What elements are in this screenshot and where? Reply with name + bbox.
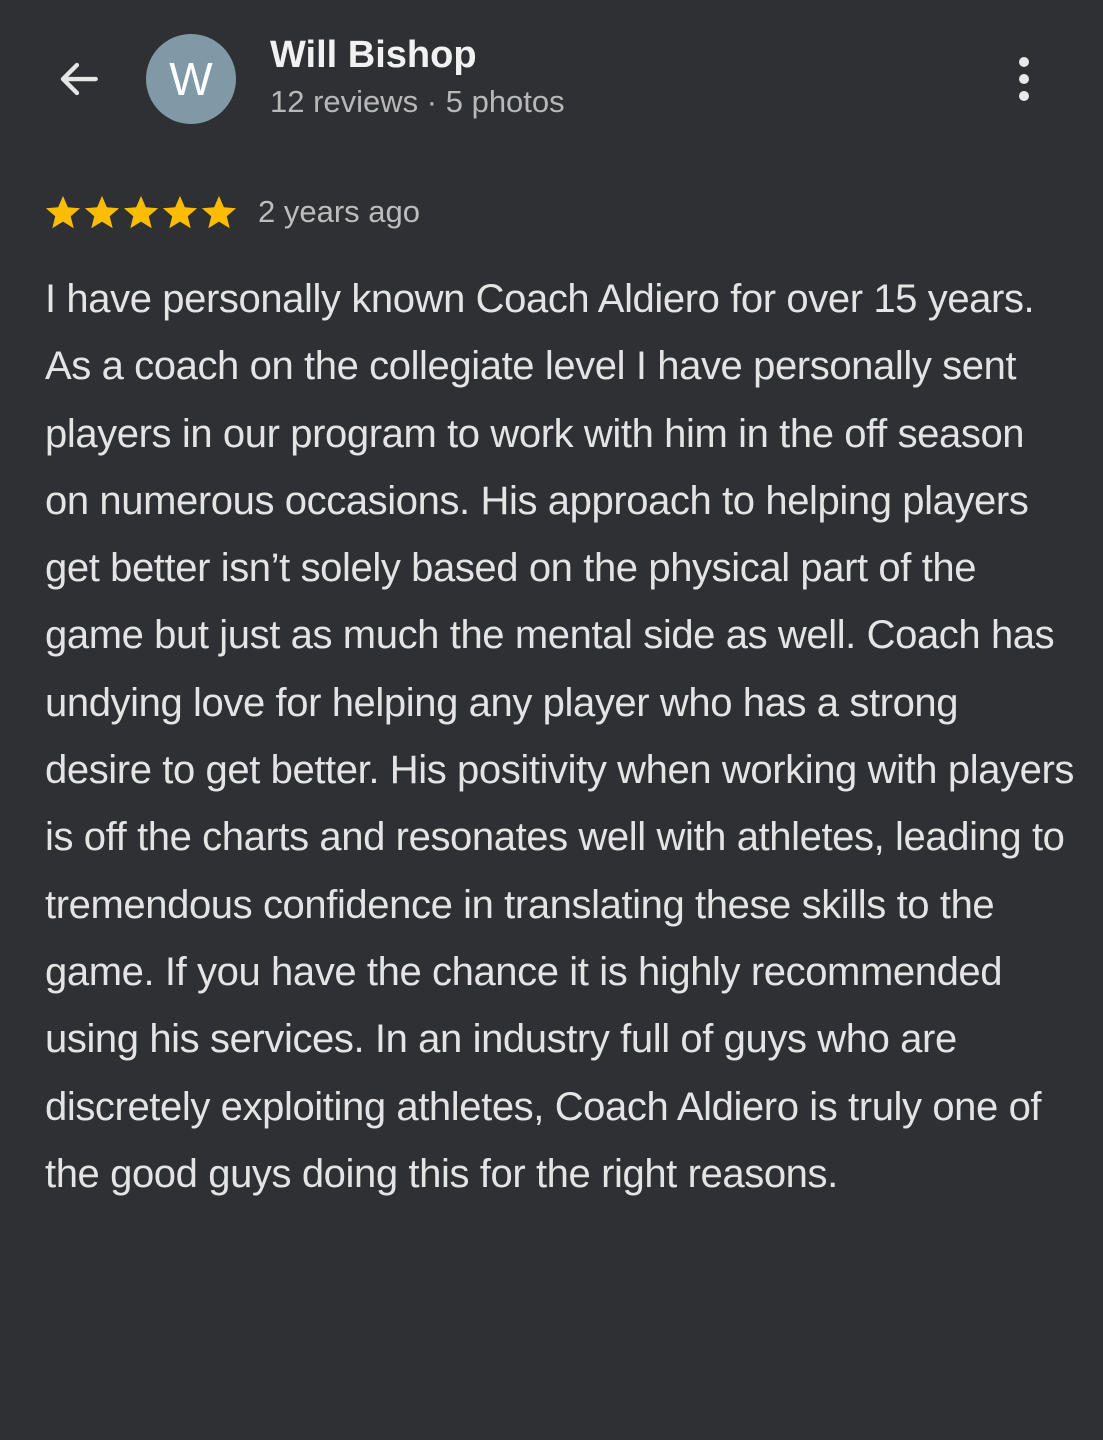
back-button[interactable] <box>46 46 112 112</box>
star-icon <box>123 195 159 229</box>
rating-row: 2 years ago <box>44 190 420 234</box>
review-time: 2 years ago <box>258 194 420 229</box>
star-icon <box>84 195 120 229</box>
star-icon <box>162 195 198 229</box>
review-header: W Will Bishop 12 reviews · 5 photos <box>0 0 1103 160</box>
more-options-button[interactable] <box>996 50 1052 108</box>
avatar-letter: W <box>169 53 213 105</box>
review-text: I have personally known Coach Aldiero fo… <box>45 277 1075 1196</box>
star-icon <box>45 195 81 229</box>
reviewer-stats: 12 reviews · 5 photos <box>270 84 565 119</box>
star-icon <box>201 195 237 229</box>
reviewer-name[interactable]: Will Bishop <box>270 34 477 77</box>
avatar[interactable]: W <box>146 34 236 124</box>
star-rating <box>44 193 239 231</box>
more-vertical-icon <box>1019 57 1029 67</box>
more-dot <box>1019 91 1029 101</box>
more-dot <box>1019 74 1029 84</box>
arrow-left-icon <box>60 62 98 96</box>
